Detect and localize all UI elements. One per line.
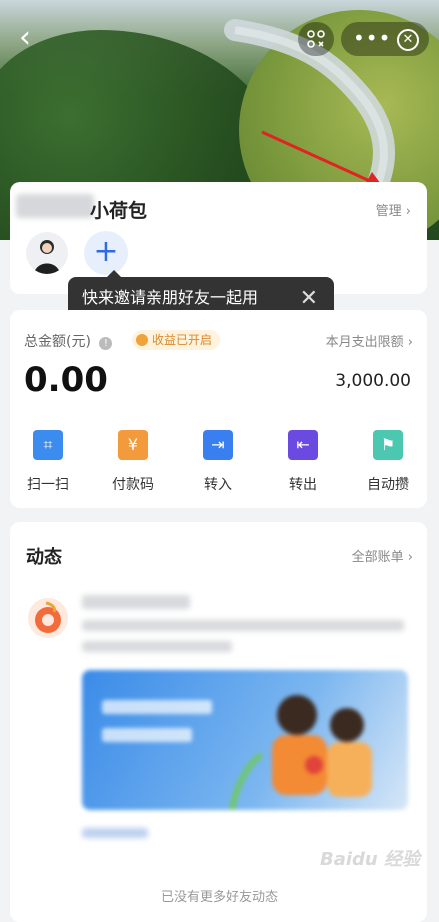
- avatar[interactable]: [26, 232, 68, 274]
- app-logo: [28, 598, 68, 638]
- action-transfer-in[interactable]: ⇥ 转入: [186, 430, 250, 494]
- blurred-link: [82, 828, 148, 838]
- redacted-owner-name: [16, 194, 94, 218]
- more-dots-icon[interactable]: •••: [353, 26, 391, 50]
- tooltip-text: 快来邀请亲朋好友一起用: [82, 288, 259, 307]
- empty-activity-note: 已没有更多好友动态: [160, 890, 278, 905]
- manage-label: 管理: [375, 204, 402, 219]
- scan-icon[interactable]: [298, 22, 334, 56]
- action-auto-save[interactable]: ⚑ 自动攒: [356, 430, 420, 494]
- annotation-arrow-line: [261, 130, 373, 184]
- earnings-badge[interactable]: 收益已开启: [132, 330, 221, 350]
- balance-amount: 0.00: [24, 360, 108, 400]
- action-label: 付款码: [112, 477, 154, 493]
- action-scan[interactable]: ⌗ 扫一扫: [16, 430, 80, 494]
- spending-limit-link[interactable]: 本月支出限额 ›: [326, 331, 413, 350]
- manage-link[interactable]: 管理 ›: [376, 200, 411, 219]
- transfer-in-icon: ⇥: [203, 430, 233, 460]
- total-amount-text: 总金额(元): [24, 334, 91, 350]
- spending-limit-value: 3,000.00: [335, 371, 411, 391]
- chevron-right-icon: ›: [407, 550, 413, 565]
- mini-program-capsule: ••• ✕: [341, 22, 429, 56]
- action-label: 自动攒: [367, 477, 409, 493]
- promo-banner[interactable]: [82, 670, 408, 810]
- earnings-badge-label: 收益已开启: [152, 333, 213, 347]
- watermark: Baidu 经验: [320, 849, 421, 870]
- transfer-out-icon: ⇤: [288, 430, 318, 460]
- all-bills-label: 全部账单: [351, 550, 404, 565]
- wallet-title: 小荷包: [90, 200, 148, 222]
- activity-title: 动态: [26, 547, 62, 568]
- blurred-sender-name: [82, 595, 190, 609]
- action-label: 转出: [289, 477, 317, 493]
- info-icon[interactable]: !: [99, 337, 113, 350]
- chevron-right-icon: ›: [407, 335, 413, 350]
- blurred-message-line: [82, 620, 404, 631]
- chevron-right-icon: ›: [405, 204, 411, 219]
- add-member-button[interactable]: +: [84, 231, 128, 275]
- all-bills-link[interactable]: 全部账单 ›: [352, 546, 413, 565]
- action-label: 转入: [204, 477, 232, 493]
- close-icon[interactable]: ✕: [300, 288, 318, 310]
- action-label: 扫一扫: [27, 477, 69, 493]
- close-circle-icon[interactable]: ✕: [397, 29, 419, 51]
- action-payment-code[interactable]: ¥ 付款码: [101, 430, 165, 494]
- yuan-icon: ¥: [118, 430, 148, 460]
- blurred-message-line: [82, 641, 232, 652]
- total-amount-label: 总金额(元) !: [24, 331, 113, 351]
- tooltip-arrow: [106, 270, 122, 278]
- action-transfer-out[interactable]: ⇤ 转出: [271, 430, 335, 494]
- spending-limit-label: 本月支出限额: [325, 335, 404, 350]
- chevron-left-icon[interactable]: ‹: [8, 22, 42, 56]
- scan-icon: ⌗: [33, 430, 63, 460]
- flag-icon: ⚑: [373, 430, 403, 460]
- earnings-icon: [136, 334, 148, 346]
